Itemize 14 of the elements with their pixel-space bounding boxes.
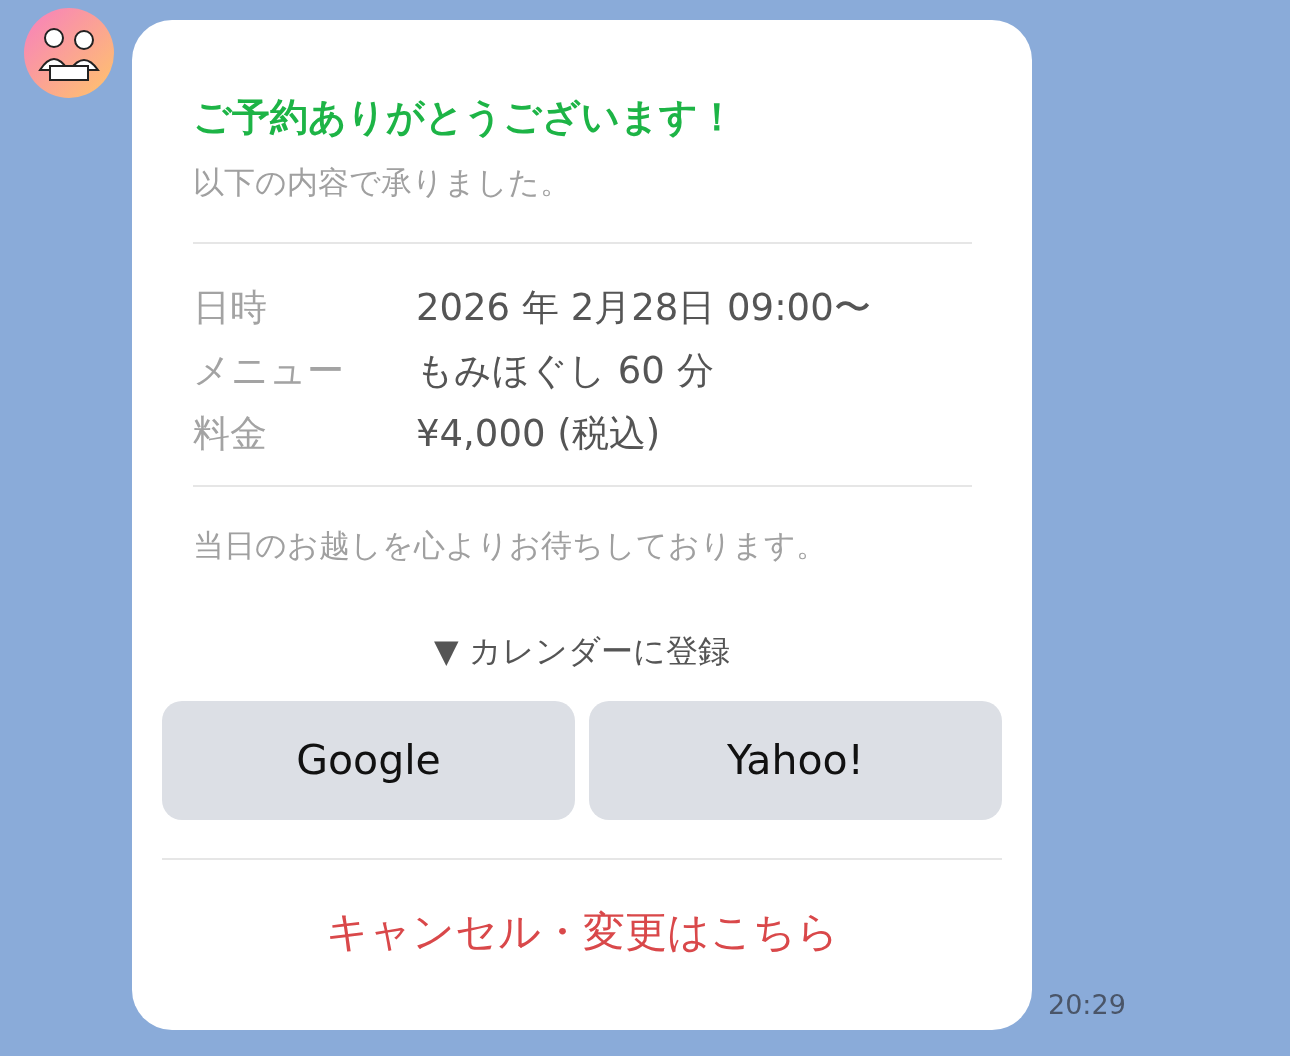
message-title: ご予約ありがとうございます！: [193, 94, 737, 140]
note-text: 当日のお越しを心よりお待ちしております。: [193, 526, 828, 565]
calendar-heading: ▼ カレンダーに登録: [433, 631, 731, 672]
detail-value: 2026 年 2月28日 09:00〜: [416, 285, 872, 331]
calendar-button[interactable]: Yahoo!: [589, 701, 1002, 820]
cancel-change-link[interactable]: キャンセル・変更はこちら: [132, 904, 1032, 960]
detail-label: 料金: [193, 411, 268, 457]
message-time: 20:29: [1048, 989, 1126, 1020]
detail-label: メニュー: [193, 348, 345, 394]
detail-label: 日時: [193, 285, 268, 331]
detail-value: もみほぐし 60 分: [416, 348, 715, 394]
calendar-button[interactable]: Google: [162, 701, 575, 820]
detail-value: ¥4,000 (税込): [416, 411, 662, 457]
subtitle-text: 以下の内容で承りました。: [193, 163, 572, 202]
